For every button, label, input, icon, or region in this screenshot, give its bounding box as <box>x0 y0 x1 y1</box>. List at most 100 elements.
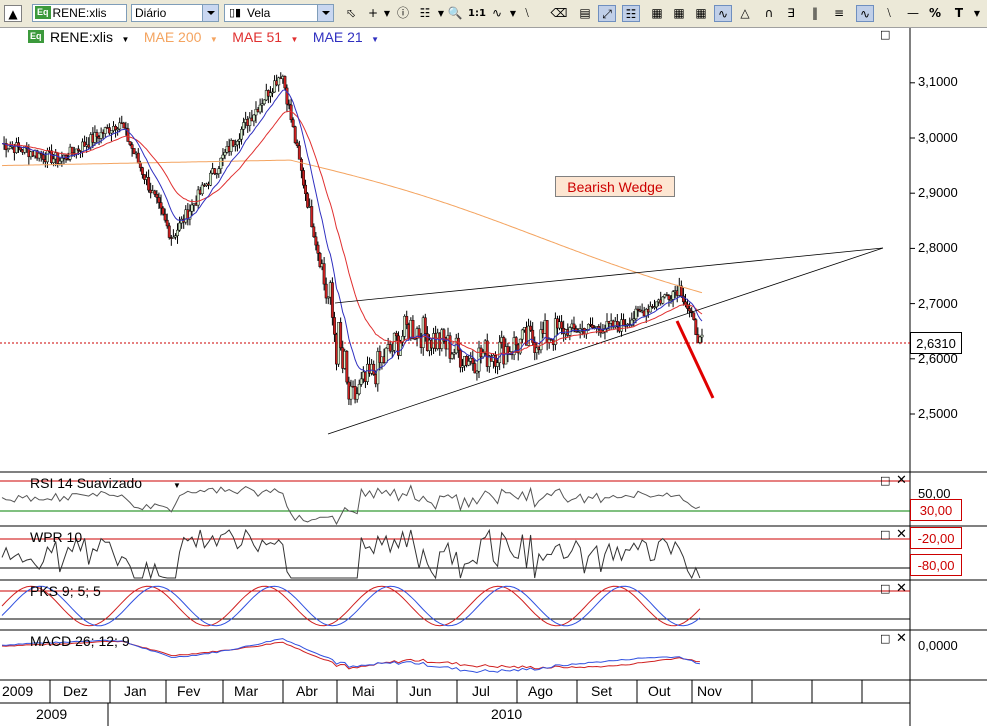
candle-body <box>316 244 320 254</box>
candle-body <box>299 159 303 171</box>
candle-body <box>235 141 239 146</box>
price-axis-ticks <box>910 82 915 415</box>
candle-body <box>692 312 696 320</box>
candle-body <box>572 323 576 329</box>
candle-body <box>498 341 502 363</box>
chart-frame <box>0 28 987 726</box>
candle-body <box>388 344 392 352</box>
wpr-level-20: -20,00 <box>910 527 962 549</box>
pks-label[interactable]: PKS 9; 5; 5 <box>30 583 101 599</box>
mae51-line <box>2 110 703 356</box>
candle-body <box>667 295 671 300</box>
candle-body <box>238 138 241 142</box>
month-gridlines <box>49 680 863 703</box>
close-icon[interactable]: ✕ <box>896 527 907 542</box>
candle-body <box>122 122 126 129</box>
dropdown-arrow-icon[interactable]: ▼ <box>210 35 218 44</box>
dropdown-arrow-icon[interactable]: ▼ <box>371 35 379 44</box>
wpr-label[interactable]: WPR 10 <box>30 529 82 545</box>
month-label: Ago <box>528 683 553 699</box>
candle-body <box>456 337 460 351</box>
candle-body <box>41 154 45 160</box>
candle-body <box>423 317 427 334</box>
candle-body <box>357 384 361 395</box>
symbol-label[interactable]: RENE:xlis <box>50 29 113 45</box>
candle-body <box>200 184 204 195</box>
candle-body <box>223 152 227 156</box>
candle-body <box>297 145 301 160</box>
candle-body <box>322 263 326 285</box>
candle-body <box>262 99 266 105</box>
month-label: Abr <box>296 683 318 699</box>
maximize-icon[interactable]: □ <box>880 528 890 541</box>
price-tick: 2,8000 <box>918 240 958 255</box>
candle-body <box>153 190 157 195</box>
candle-body <box>622 319 625 326</box>
candle-body <box>330 282 334 318</box>
candle-body <box>58 160 62 164</box>
candle-body <box>359 378 363 385</box>
candle-body <box>209 172 213 186</box>
dropdown-arrow-icon[interactable]: ▼ <box>291 35 299 44</box>
candle-body <box>213 168 217 174</box>
price-tick: 2,7000 <box>918 296 958 311</box>
month-label: Jun <box>409 683 432 699</box>
price-legend: Eq RENE:xlis ▼ MAE 200 ▼ MAE 51 ▼ MAE 21… <box>26 29 379 47</box>
candle-body <box>450 353 454 359</box>
candle-body <box>147 177 151 191</box>
price-chart[interactable] <box>0 0 987 726</box>
candle-body <box>190 204 194 212</box>
candle-body <box>306 193 310 208</box>
price-tick: 2,5000 <box>918 406 958 421</box>
candle-body <box>128 141 132 145</box>
rsi-label[interactable]: RSI 14 Suavizado <box>30 475 142 491</box>
dropdown-arrow-icon[interactable]: ▼ <box>173 481 181 490</box>
candle-body <box>520 329 524 340</box>
candle-body <box>496 362 500 367</box>
candle-body <box>700 334 704 338</box>
candle-body <box>163 213 167 221</box>
candle-body <box>372 363 376 375</box>
candle-body <box>634 308 638 320</box>
candle-body <box>471 357 475 364</box>
candle-body <box>514 337 518 346</box>
month-label: Nov <box>697 683 722 699</box>
candle-body <box>283 76 287 89</box>
price-tick: 3,0000 <box>918 130 958 145</box>
indicator-series <box>0 480 910 674</box>
month-label: Jul <box>472 683 490 699</box>
month-label: 2009 <box>2 683 34 699</box>
candle-body <box>291 119 295 127</box>
candle-body <box>240 129 243 140</box>
candle-body <box>295 142 299 146</box>
maximize-icon[interactable]: □ <box>880 582 890 595</box>
mae21-label[interactable]: MAE 21 <box>313 29 363 45</box>
close-icon[interactable]: ✕ <box>896 631 907 646</box>
rsi-level-30: 30,00 <box>910 499 962 521</box>
maximize-icon[interactable]: □ <box>880 474 890 487</box>
dropdown-arrow-icon[interactable]: ▼ <box>121 35 129 44</box>
close-icon[interactable]: ✕ <box>896 473 907 488</box>
macd-label[interactable]: MACD 26; 12; 9 <box>30 633 130 649</box>
maximize-icon[interactable]: □ <box>880 632 890 645</box>
candle-body <box>136 152 140 164</box>
close-icon[interactable]: ✕ <box>896 581 907 596</box>
candle-body <box>138 162 142 168</box>
candle-body <box>324 283 328 299</box>
candle-body <box>310 206 314 228</box>
candle-body <box>467 361 471 366</box>
candle-body <box>304 184 307 195</box>
candle-body <box>560 321 564 329</box>
candle-body <box>655 301 659 308</box>
candle-body <box>312 226 316 238</box>
candle-body <box>698 336 702 343</box>
mae51-label[interactable]: MAE 51 <box>232 29 282 45</box>
maximize-icon[interactable]: □ <box>880 28 890 41</box>
candle-body <box>345 350 349 383</box>
mae200-label[interactable]: MAE 200 <box>144 29 202 45</box>
candle-body <box>178 222 182 231</box>
candle-body <box>411 320 415 339</box>
macd-level-0: 0,0000 <box>918 638 958 653</box>
candle-body <box>349 385 353 400</box>
candle-body <box>268 92 272 97</box>
